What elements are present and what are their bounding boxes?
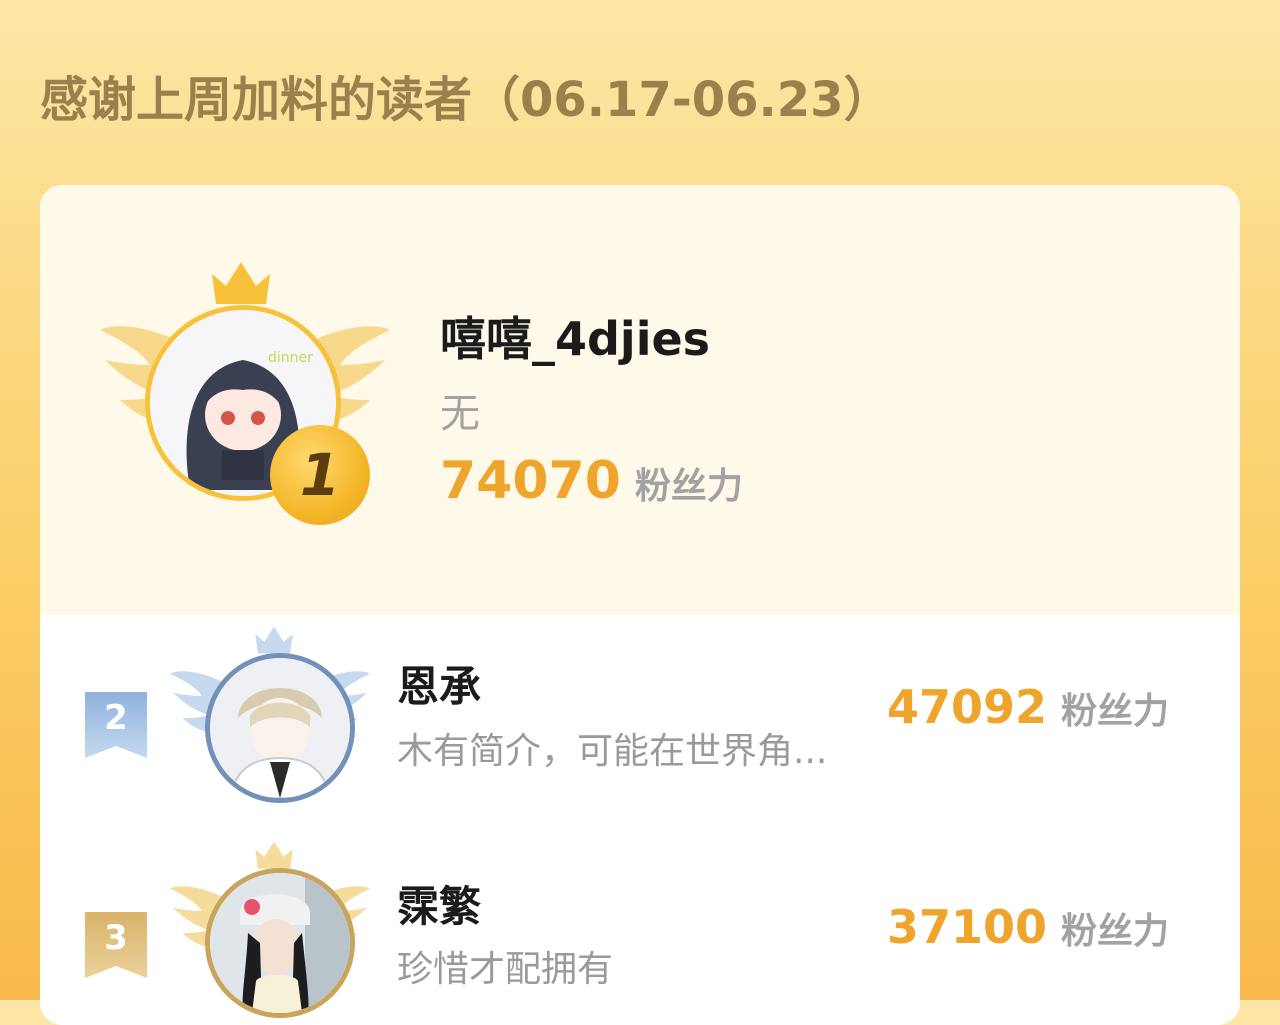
rank-1-score-value: 74070 <box>440 451 621 511</box>
avatar[interactable] <box>205 653 355 803</box>
rank-1-bio: 无 <box>440 391 480 437</box>
rank-2-score-unit: 粉丝力 <box>1061 691 1170 732</box>
rank-3-bio: 珍惜才配拥有 <box>397 949 614 990</box>
bronze-crown-icon <box>255 841 293 869</box>
avatar[interactable] <box>205 868 355 1018</box>
photo-avatar-icon <box>210 873 350 1013</box>
rank-3-score-unit: 粉丝力 <box>1061 911 1170 952</box>
rank-3-number: 3 <box>104 918 128 958</box>
rank-3-badge <box>170 840 370 1025</box>
rank-1-name[interactable]: 嘻嘻_4djies <box>440 303 710 369</box>
rank-1-score: 74070 粉丝力 <box>440 451 743 511</box>
rank-3-flag: 3 <box>85 912 147 978</box>
rank-1-score-unit: 粉丝力 <box>634 466 743 507</box>
anime-boy-avatar-icon <box>210 658 350 798</box>
rank-3-entry[interactable]: 3 霂繁 珍惜才配拥有 37100 粉丝力 <box>40 840 1240 1025</box>
rank-2-name[interactable]: 恩承 <box>397 653 481 714</box>
page-title: 感谢上周加料的读者（06.17-06.23） <box>40 72 892 128</box>
silver-crown-icon <box>255 626 293 654</box>
rank-3-score: 37100 粉丝力 <box>887 900 1169 954</box>
leaderboard-card: dinner 1 嘻嘻_4djies 无 74070 粉丝力 2 恩承 木有简介… <box>40 185 1240 1025</box>
rank-2-score-value: 47092 <box>887 680 1048 734</box>
rank-2-badge <box>170 625 370 815</box>
rank-2-flag: 2 <box>85 692 147 758</box>
rank-3-name[interactable]: 霂繁 <box>397 873 481 934</box>
rank-1-medal: 1 <box>270 425 370 525</box>
rank-2-bio: 木有简介，可能在世界角... <box>397 731 828 772</box>
rank-2-score: 47092 粉丝力 <box>887 680 1169 734</box>
rank-1-entry[interactable]: dinner 1 嘻嘻_4djies 无 74070 粉丝力 <box>40 185 1240 615</box>
rank-1-badge: dinner 1 <box>100 260 390 540</box>
rank-2-number: 2 <box>104 698 128 738</box>
svg-text:dinner: dinner <box>268 350 313 366</box>
rank-2-entry[interactable]: 2 恩承 木有简介，可能在世界角... 47092 粉丝力 <box>40 625 1240 815</box>
gold-crown-icon <box>212 262 270 304</box>
rank-3-score-value: 37100 <box>887 900 1048 954</box>
